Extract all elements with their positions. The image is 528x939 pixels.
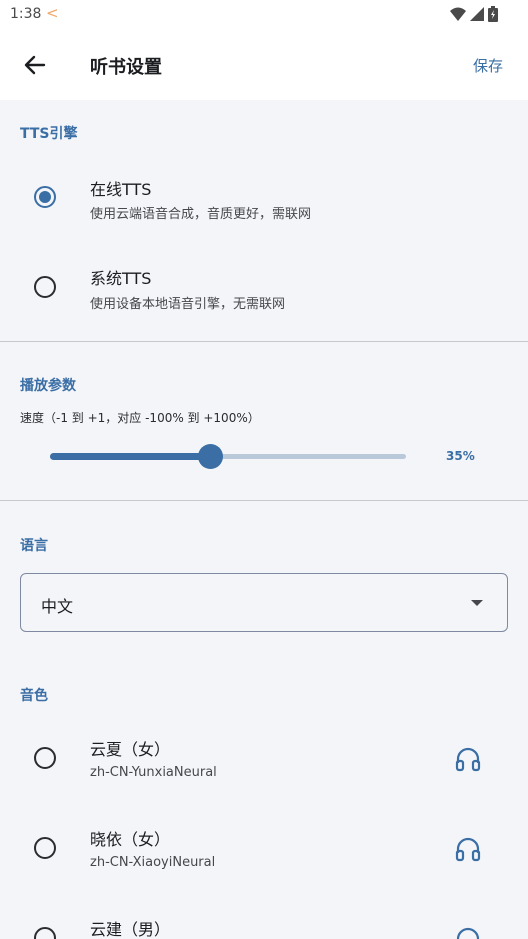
voice-title: 云建（男） [90, 920, 171, 939]
radio-option-system-tts[interactable]: 系统TTS 使用设备本地语音引擎，无需联网 [0, 247, 528, 327]
radio-button[interactable] [34, 747, 56, 769]
app-bar: 听书设置 保存 [0, 30, 528, 100]
option-title: 在线TTS [90, 180, 152, 199]
language-selected-value: 中文 [41, 597, 74, 616]
headphones-icon[interactable] [455, 836, 481, 862]
voice-title: 云夏（女） [90, 740, 171, 759]
speed-value-label: 35% [446, 449, 475, 463]
section-label-playback: 播放参数 [20, 378, 76, 394]
section-label-voice: 音色 [20, 688, 48, 704]
option-title: 系统TTS [90, 269, 152, 288]
speed-slider-fill [50, 453, 211, 460]
signal-icon [470, 7, 484, 21]
arrow-left-icon [24, 55, 46, 75]
voice-item[interactable]: 云夏（女） zh-CN-YunxiaNeural [0, 718, 528, 798]
headphones-icon[interactable] [455, 746, 481, 772]
section-label-tts-engine: TTS引擎 [20, 126, 78, 142]
status-bar: 1:38 < [0, 0, 528, 30]
status-icons [450, 6, 498, 22]
section-label-language: 语言 [20, 538, 48, 554]
radio-option-online-tts[interactable]: 在线TTS 使用云端语音合成，音质更好，需联网 [0, 157, 528, 237]
radio-button-selected[interactable] [34, 186, 56, 208]
divider [0, 341, 528, 342]
voice-title: 晓依（女） [90, 830, 171, 849]
status-back-indicator: < [46, 4, 59, 22]
status-time: 1:38 [10, 6, 42, 22]
voice-id: zh-CN-YunxiaNeural [90, 765, 217, 780]
dropdown-arrow-icon [471, 600, 483, 606]
voice-item[interactable]: 晓依（女） zh-CN-XiaoyiNeural [0, 808, 528, 888]
option-subtitle: 使用云端语音合成，音质更好，需联网 [90, 207, 312, 222]
radio-button[interactable] [34, 276, 56, 298]
radio-button[interactable] [34, 837, 56, 859]
divider [0, 500, 528, 501]
battery-icon [488, 6, 498, 22]
back-button[interactable] [20, 50, 50, 80]
radio-button[interactable] [34, 927, 56, 939]
voice-item[interactable]: 云建（男） [0, 898, 528, 939]
page-title: 听书设置 [90, 57, 162, 78]
voice-id: zh-CN-XiaoyiNeural [90, 855, 216, 870]
option-subtitle: 使用设备本地语音引擎，无需联网 [90, 297, 286, 312]
speed-description: 速度（-1 到 +1，对应 -100% 到 +100%） [20, 411, 260, 425]
speed-slider-thumb[interactable] [197, 444, 223, 469]
save-button[interactable]: 保存 [473, 55, 503, 76]
language-dropdown[interactable]: 中文 [20, 573, 508, 632]
headphones-icon[interactable] [455, 926, 481, 939]
wifi-icon [450, 7, 466, 21]
